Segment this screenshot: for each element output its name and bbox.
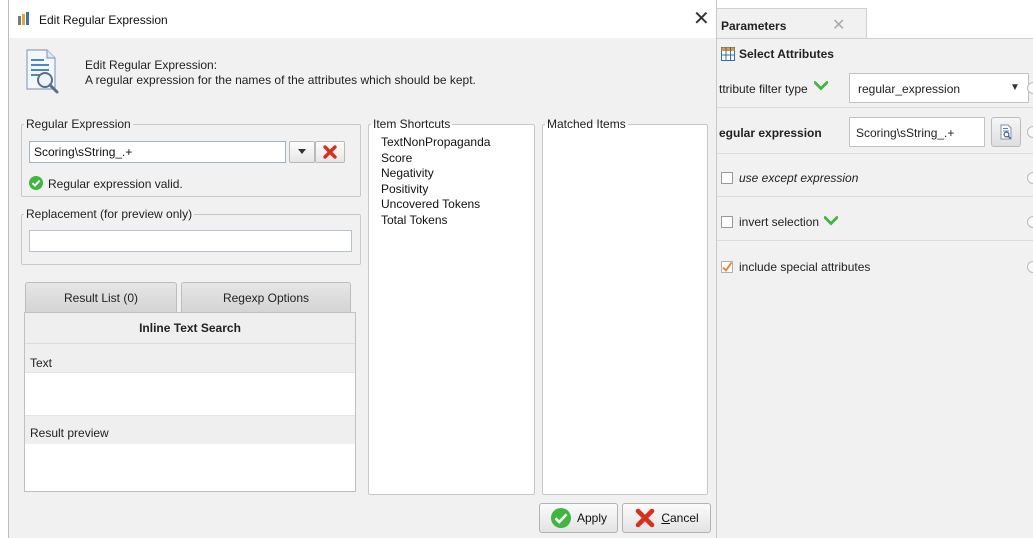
parameters-tabbar: Parameters ✕ [717, 0, 1033, 39]
edit-regex-button[interactable] [991, 117, 1021, 147]
red-x-icon [636, 508, 655, 528]
header-title: Edit Regular Expression: [85, 58, 218, 72]
apply-label: Apply [576, 511, 608, 525]
chevron-down-icon: ▼ [1010, 82, 1020, 93]
filter-type-label: ttribute filter type [719, 82, 808, 96]
close-icon[interactable]: ✕ [693, 6, 710, 31]
help-icon[interactable] [1027, 261, 1033, 273]
list-item[interactable]: Uncovered Tokens [381, 197, 490, 213]
filter-type-select[interactable]: regular_expression ▼ [849, 73, 1029, 103]
search-document-icon [1000, 124, 1012, 140]
result-preview-area [25, 444, 355, 490]
clear-regex-button[interactable] [315, 141, 345, 163]
filter-type-value: regular_expression [858, 82, 961, 96]
tab-regexp-options[interactable]: Regexp Options [181, 282, 351, 312]
text-label-row: Text [25, 344, 355, 373]
list-item[interactable]: Positivity [381, 182, 490, 198]
dialog-title: Edit Regular Expression [39, 13, 168, 27]
cancel-label-rest: ancel [669, 511, 699, 525]
divider [717, 153, 1033, 154]
divider [717, 240, 1033, 241]
invert-selection-checkbox[interactable] [721, 216, 733, 228]
help-icon[interactable] [1027, 216, 1033, 228]
red-x-icon [323, 145, 337, 159]
list-item[interactable]: Negativity [381, 166, 490, 182]
use-except-label: use except expression [739, 171, 859, 185]
check-circle-icon [29, 176, 43, 190]
checkmark-icon [722, 261, 733, 272]
divider [717, 107, 1033, 108]
app-icon [18, 12, 29, 25]
item-shortcuts-label: Item Shortcuts [373, 117, 451, 131]
regex-group-label: Regular Expression [26, 117, 131, 131]
header-description: A regular expression for the names of th… [85, 73, 476, 87]
cancel-label: Cancel [661, 511, 698, 525]
regex-param-label: egular expression [719, 126, 822, 140]
help-icon[interactable] [1027, 126, 1033, 138]
cancel-mnemonic: C [661, 511, 670, 525]
list-item[interactable]: Total Tokens [381, 213, 490, 229]
operator-name: Select Attributes [739, 47, 834, 61]
use-except-checkbox[interactable] [721, 172, 733, 184]
parameters-tab-label: Parameters [721, 19, 787, 33]
replacement-input[interactable] [29, 230, 352, 252]
list-item[interactable]: TextNonPropaganda [381, 135, 490, 151]
item-shortcuts-list: TextNonPropaganda Score Negativity Posit… [381, 135, 490, 229]
regex-valid-status: Regular expression valid. [48, 177, 183, 191]
list-item[interactable]: Score [381, 151, 490, 167]
regex-input[interactable] [29, 141, 286, 163]
apply-button[interactable]: Apply [539, 503, 618, 533]
edit-regex-dialog: Edit Regular Expression ✕ Edit Regular E… [8, 0, 717, 538]
result-preview-label: Result preview [30, 426, 109, 440]
chevron-down-icon [824, 216, 838, 226]
help-icon[interactable] [1027, 82, 1033, 94]
dialog-titlebar: Edit Regular Expression ✕ [9, 0, 717, 38]
regex-param-field[interactable]: Scoring\sString_.+ [849, 117, 985, 147]
text-input-area[interactable] [25, 373, 355, 415]
parameters-panel: Parameters ✕ Select Attributes ttribute … [716, 0, 1033, 538]
include-special-checkbox[interactable] [721, 261, 733, 273]
cancel-button[interactable]: Cancel [622, 503, 711, 533]
chevron-down-icon [814, 81, 828, 91]
regex-param-value: Scoring\sString_.+ [856, 126, 955, 140]
tab-parameters[interactable]: Parameters ✕ [717, 8, 867, 38]
text-label: Text [30, 356, 53, 370]
close-icon[interactable]: ✕ [832, 15, 845, 35]
document-search-icon [26, 49, 59, 94]
regex-history-dropdown[interactable] [289, 141, 315, 163]
inline-text-search-panel: Inline Text Search Text Result preview [24, 312, 356, 492]
table-icon [721, 47, 735, 61]
invert-selection-label: invert selection [739, 215, 820, 229]
result-preview-label-row: Result preview [25, 415, 355, 445]
help-icon[interactable] [1027, 172, 1033, 184]
replacement-group-label: Replacement (for preview only) [26, 207, 193, 221]
matched-items-label: Matched Items [547, 117, 626, 131]
include-special-label: include special attributes [739, 260, 871, 274]
inline-search-header: Inline Text Search [25, 313, 355, 344]
divider [717, 196, 1033, 197]
tab-result-list[interactable]: Result List (0) [25, 282, 177, 312]
check-circle-icon [550, 508, 571, 528]
chevron-down-icon [298, 149, 306, 154]
matched-items-group[interactable]: Matched Items [542, 117, 708, 495]
